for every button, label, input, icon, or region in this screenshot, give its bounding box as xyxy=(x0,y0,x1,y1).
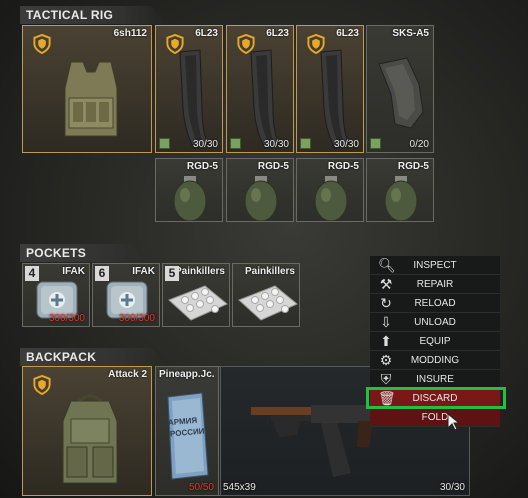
mag-count: 0/20 xyxy=(409,139,429,150)
menu-label: FOLD xyxy=(421,411,449,423)
ak-magazine-icon xyxy=(179,49,209,149)
backpack-slot[interactable]: Attack 2 xyxy=(22,366,152,496)
rig-mag-slot-1[interactable]: 6L23 30/30 xyxy=(155,25,223,153)
pocket-slot-2[interactable]: 6 IFAK 300/300 xyxy=(92,263,160,327)
ammo-icon xyxy=(230,138,241,149)
pockets-header: POCKETS xyxy=(20,244,146,262)
juice-count: 50/50 xyxy=(188,482,214,493)
menu-label: EQUIP xyxy=(419,335,451,347)
mag-name: 6L23 xyxy=(195,28,218,39)
juice-slot[interactable]: Pineapp.Jc. АРМИЯ РОССИИ 50/50 xyxy=(155,366,219,496)
rig-vest-slot[interactable]: 6sh112 xyxy=(22,25,152,153)
menu-label: RELOAD xyxy=(414,297,456,309)
modding-icon: ⚙ xyxy=(379,352,393,368)
juice-name: Pineapp.Jc. xyxy=(159,369,215,380)
grenade-name: RGD-5 xyxy=(327,161,359,172)
mag-count: 30/30 xyxy=(333,139,359,150)
equip-icon: ⬆ xyxy=(380,333,392,349)
pocket-slot-3[interactable]: Painkillers 5 xyxy=(162,263,230,327)
menu-inspect[interactable]: 🔍︎ INSPECT xyxy=(370,256,500,275)
grenade-name: RGD-5 xyxy=(186,161,218,172)
unload-icon: ⇩ xyxy=(380,314,392,330)
rig-grenade-slot-3[interactable]: RGD-5 xyxy=(296,158,364,222)
backpack-title: BACKPACK xyxy=(26,350,97,364)
mag-count: 30/30 xyxy=(192,139,218,150)
menu-reload[interactable]: ↻ RELOAD xyxy=(370,294,500,313)
grenade-icon xyxy=(314,175,348,221)
pocket-item-name: Painkillers xyxy=(174,266,225,277)
menu-modding[interactable]: ⚙ MODDING xyxy=(370,351,500,370)
grenade-name: RGD-5 xyxy=(257,161,289,172)
rig-mag-slot-3[interactable]: 6L23 30/30 xyxy=(296,25,364,153)
menu-label: INSPECT xyxy=(413,259,457,271)
rig-mag-slot-2[interactable]: 6L23 30/30 xyxy=(226,25,294,153)
mag-name: 6L23 xyxy=(336,28,359,39)
backpack-name: Attack 2 xyxy=(108,369,147,380)
medkit-hp: 300/300 xyxy=(48,313,85,324)
armor-vest-icon xyxy=(64,61,118,137)
reload-icon: ↻ xyxy=(380,295,392,311)
pocket-item-name: Painkillers xyxy=(244,266,295,277)
insured-shield-icon xyxy=(33,375,51,395)
pockets-title: POCKETS xyxy=(26,246,87,260)
rig-grenade-slot-2[interactable]: RGD-5 xyxy=(226,158,294,222)
vest-name: 6sh112 xyxy=(113,28,147,39)
menu-unload[interactable]: ⇩ UNLOAD xyxy=(370,313,500,332)
grenade-icon xyxy=(244,175,278,221)
mag-name: SKS-A5 xyxy=(392,28,429,39)
weapon-ammo-count: 30/30 xyxy=(439,482,465,493)
backpack-icon xyxy=(62,394,118,484)
weapon-caliber: 545x39 xyxy=(223,482,256,493)
ammo-icon xyxy=(300,138,311,149)
pocket-slot-1[interactable]: 4 IFAK 300/300 xyxy=(22,263,90,327)
rig-grenade-slot-4[interactable]: RGD-5 xyxy=(366,158,434,222)
insure-icon: ⛨ xyxy=(380,371,392,387)
grenade-name: RGD-5 xyxy=(397,161,429,172)
wrench-icon: ⚒ xyxy=(379,276,393,292)
medkit-hp: 300/300 xyxy=(118,313,155,324)
menu-label: INSURE xyxy=(416,373,454,385)
mag-count: 30/30 xyxy=(263,139,289,150)
pills-icon xyxy=(168,285,228,321)
rig-mag-slot-4[interactable]: SKS-A5 0/20 xyxy=(366,25,434,153)
menu-equip[interactable]: ⬆ EQUIP xyxy=(370,332,500,351)
ak-magazine-icon xyxy=(320,49,350,149)
menu-repair[interactable]: ⚒ REPAIR xyxy=(370,275,500,294)
tactical-rig-title: TACTICAL RIG xyxy=(26,8,114,22)
menu-label: UNLOAD xyxy=(414,316,456,328)
tactical-rig-header: TACTICAL RIG xyxy=(20,6,166,24)
pills-icon xyxy=(238,285,298,321)
sks-magazine-icon xyxy=(378,57,424,129)
grenade-icon xyxy=(173,175,207,221)
ammo-icon xyxy=(370,138,381,149)
menu-label: REPAIR xyxy=(416,278,454,290)
insured-shield-icon xyxy=(33,34,51,54)
ammo-icon xyxy=(159,138,170,149)
magnifier-icon: 🔍︎ xyxy=(378,257,396,273)
discard-highlight-box xyxy=(366,387,506,409)
mouse-cursor-icon xyxy=(447,412,461,431)
ak-magazine-icon xyxy=(250,49,280,149)
grenade-icon xyxy=(384,175,418,221)
rig-grenade-slot-1[interactable]: RGD-5 xyxy=(155,158,223,222)
pocket-slot-4[interactable]: Painkillers xyxy=(232,263,300,327)
backpack-header: BACKPACK xyxy=(20,348,166,366)
menu-label: MODDING xyxy=(410,354,460,366)
mag-name: 6L23 xyxy=(266,28,289,39)
menu-fold[interactable]: FOLD xyxy=(370,408,500,427)
stack-badge: 5 xyxy=(165,266,179,281)
